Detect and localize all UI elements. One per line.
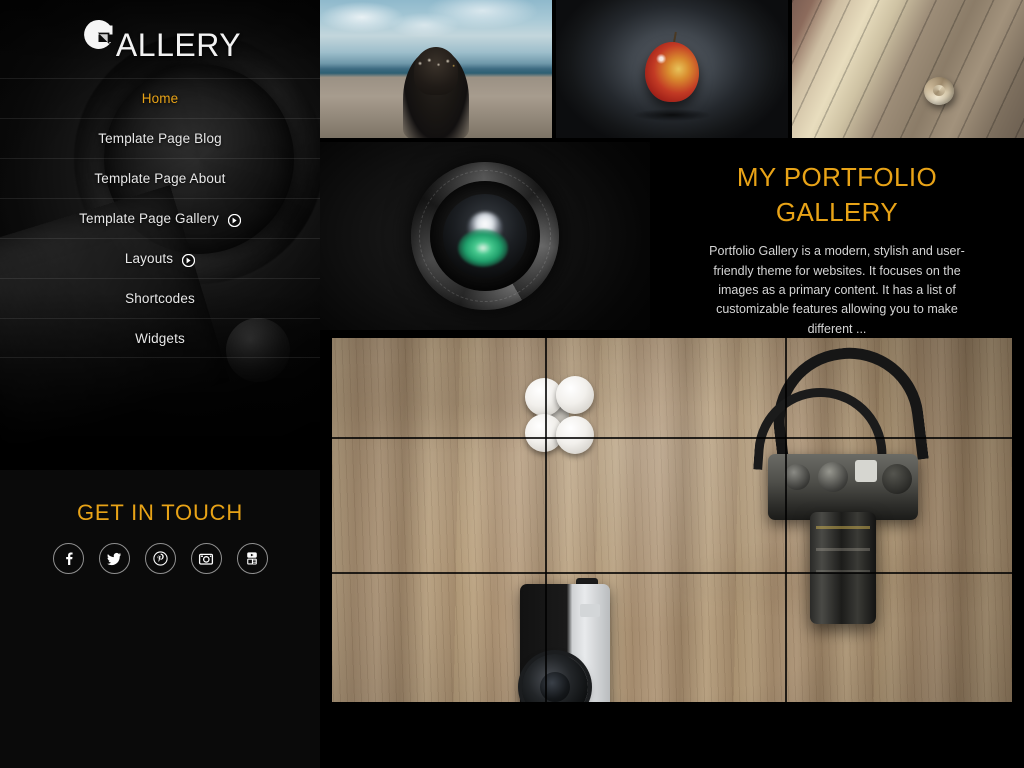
social-link-youtube[interactable] [236,543,268,574]
twitter-icon [107,552,121,566]
page-title-line1: MY PORTFOLIO [736,162,938,192]
cameras-flatlay[interactable] [320,334,1024,730]
camera-shutter-icon [79,14,115,56]
sidebar-item-template-page-blog[interactable]: Template Page Blog [0,118,320,158]
sidebar-item-template-page-about[interactable]: Template Page About [0,158,320,198]
facebook-icon [65,552,73,565]
content-area: MY PORTFOLIO GALLERY Portfolio Gallery i… [320,0,1024,768]
nav-label: Template Page Blog [98,131,222,146]
intro-text-block: MY PORTFOLIO GALLERY Portfolio Gallery i… [650,142,1024,336]
thumb-red-apple[interactable] [556,0,788,138]
page-title: MY PORTFOLIO GALLERY [737,160,937,230]
chevron-right-circle-icon[interactable] [227,213,242,228]
page-root: ALLERY Home Template Page Blog Template … [0,0,1024,768]
site-logo[interactable]: ALLERY [0,0,320,78]
intro-row: MY PORTFOLIO GALLERY Portfolio Gallery i… [320,142,1024,336]
camera-lens-closeup[interactable] [320,142,650,330]
nav-label: Home [141,91,179,106]
intro-paragraph: Portfolio Gallery is a modern, stylish a… [709,244,965,336]
logo-text: ALLERY [115,27,242,63]
sidebar-item-widgets[interactable]: Widgets [0,318,320,358]
sidebar-item-shortcodes[interactable]: Shortcodes [0,278,320,318]
thumbnail-row [320,0,1024,138]
nav-label: Shortcodes [125,291,195,306]
get-in-touch-section: GET IN TOUCH [0,500,320,574]
film-canisters [525,376,605,454]
chevron-right-circle-icon[interactable] [182,253,196,268]
social-link-facebook[interactable] [52,543,84,574]
dslr-camera-with-strap [750,339,930,704]
thumb-beach-woman[interactable] [320,0,552,138]
pinterest-icon [152,551,168,566]
nav-label: Template Page About [94,171,226,186]
get-in-touch-title: GET IN TOUCH [76,500,244,525]
social-links [0,543,320,574]
nav-label: Widgets [135,330,185,346]
main-navigation: Home Template Page Blog Template Page Ab… [0,78,320,358]
sidebar-item-layouts[interactable]: Layouts [0,238,320,278]
vintage-film-camera [520,578,615,730]
page-title-line2: GALLERY [775,197,899,228]
sidebar: ALLERY Home Template Page Blog Template … [0,0,320,768]
social-link-instagram[interactable] [190,543,222,574]
instagram-icon [198,553,214,565]
sidebar-item-template-page-gallery[interactable]: Template Page Gallery [0,198,320,238]
social-link-twitter[interactable] [98,543,130,574]
nav-label: Layouts [124,251,174,266]
sidebar-item-home[interactable]: Home [0,78,320,118]
thumb-boardwalk-snail[interactable] [792,0,1024,138]
nav-label: Template Page Gallery [79,211,219,226]
social-link-pinterest[interactable] [144,543,176,574]
youtube-icon [247,552,257,565]
